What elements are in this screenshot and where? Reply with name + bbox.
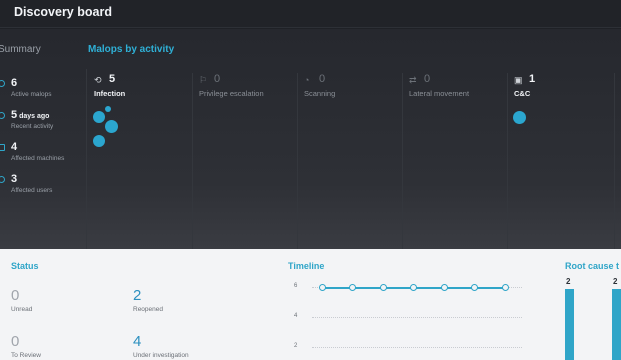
malop-icon [0,80,5,87]
status-under-investigation-label: Under investigation [133,352,189,359]
malops-overview-section: Summary 6 Active malops 5 days ago Recen… [0,29,621,253]
malop-bubble[interactable] [93,135,105,147]
category-label: Scanning [304,89,336,98]
status-reopened-label: Reopened [133,306,163,313]
timeline-point[interactable] [380,284,387,291]
status-to-review-label: To Review [11,352,41,359]
timeline-title: Timeline [288,261,325,271]
category-lateral-movement[interactable]: ⇄ 0 Lateral movement [403,73,508,253]
summary-label: Affected users [11,187,53,194]
category-count: 1 [529,73,536,85]
malop-bubble[interactable] [105,120,118,133]
category-label: Infection [94,89,126,98]
category-scanning[interactable]: ◔ 0 Scanning [298,73,403,253]
timeline-point[interactable] [319,284,326,291]
summary-value: 5 days ago [11,109,50,121]
malop-bubble[interactable] [93,111,105,123]
summary-label: Affected machines [11,155,65,162]
timeline-point[interactable] [502,284,509,291]
summary-title: Summary [0,44,41,55]
summary-value: 3 [11,173,18,185]
status-unread-label: Unread [11,306,33,313]
root-cause-title: Root cause t [565,261,620,271]
scanning-icon: ◔ [304,75,310,85]
timeline-y-tick: 6 [294,283,298,289]
summary-label: Active malops [11,91,52,98]
status-title: Status [11,261,39,271]
category-count: 0 [319,73,326,85]
malop-bubble[interactable] [513,111,526,124]
malop-bubble[interactable] [105,106,111,112]
timeline-point[interactable] [441,284,448,291]
divider [614,73,615,253]
infection-icon: ⟲ [94,75,102,85]
clock-icon [0,112,5,119]
summary-value: 4 [11,141,18,153]
status-under-investigation-value[interactable]: 4 [133,333,141,350]
root-cause-bar[interactable] [612,289,621,360]
category-infection[interactable]: ⟲ 5 Infection [88,73,193,253]
category-count: 0 [424,73,431,85]
status-reopened-value[interactable]: 2 [133,287,141,304]
lateral-movement-icon: ⇄ [409,75,417,85]
timeline-point[interactable] [349,284,356,291]
timeline-chart: 6 4 2 [288,279,528,359]
machine-icon [0,144,5,151]
root-cause-bar[interactable] [565,289,574,360]
root-cause-value: 2 [566,277,571,286]
category-count: 5 [109,73,116,85]
category-cnc[interactable]: ▣ 1 C&C [508,73,621,253]
category-label: C&C [514,89,531,98]
timeline-y-tick: 2 [294,343,298,349]
status-to-review-value[interactable]: 0 [11,333,19,350]
category-label: Privilege escalation [199,89,264,98]
user-icon [0,176,5,183]
summary-value: 6 [11,77,18,89]
category-count: 0 [214,73,221,85]
gridline [312,317,522,318]
stats-section: Status 0 Unread 2 Reopened 0 To Review 4… [0,249,621,360]
summary-label: Recent activity [11,123,54,130]
divider [86,69,87,249]
top-bar: Discovery board [0,0,621,28]
page-title: Discovery board [14,5,112,19]
malops-by-activity-title: Malops by activity [88,44,175,55]
root-cause-value: 2 [613,277,618,286]
cnc-icon: ▣ [514,75,523,85]
status-unread-value[interactable]: 0 [11,287,19,304]
category-privilege-escalation[interactable]: ⚐ 0 Privilege escalation [193,73,298,253]
timeline-point[interactable] [471,284,478,291]
timeline-point[interactable] [410,284,417,291]
privilege-icon: ⚐ [199,75,208,85]
gridline [312,347,522,348]
timeline-y-tick: 4 [294,313,298,319]
category-label: Lateral movement [409,89,470,98]
